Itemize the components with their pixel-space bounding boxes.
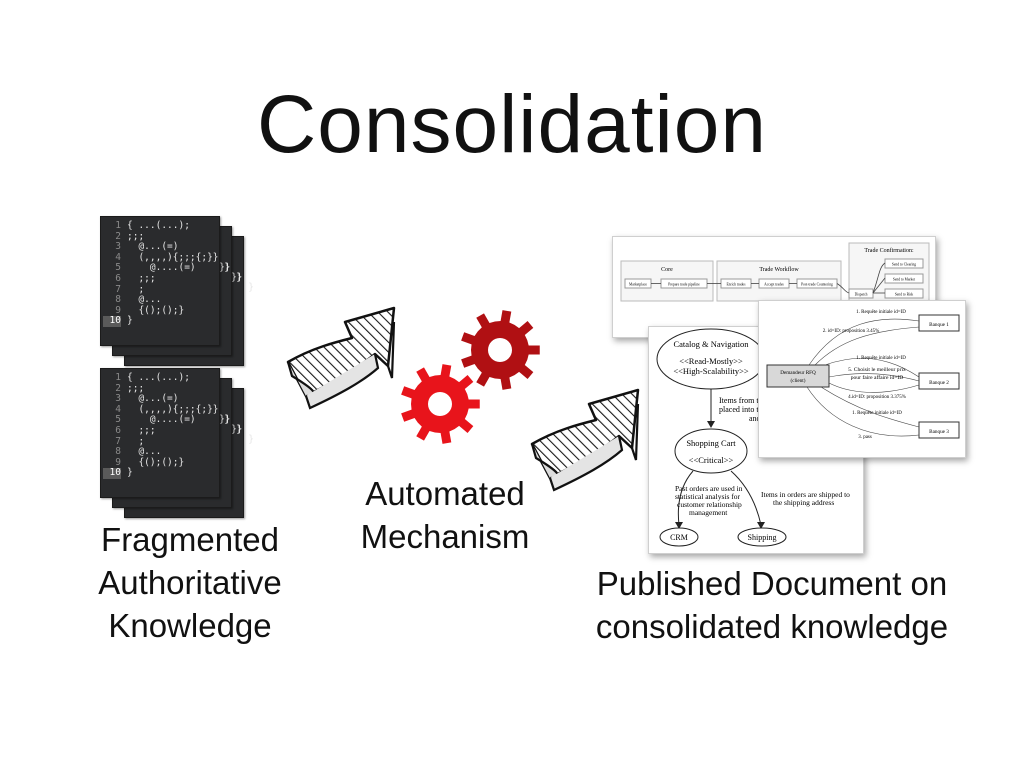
- rfq-msg-8: 3. pass: [858, 435, 872, 440]
- line-number: 6: [115, 272, 121, 284]
- code-line: ;;;: [127, 424, 156, 436]
- left-label-line-3: Knowledge: [108, 607, 272, 644]
- rfq-msg-5: pour faire affaire id=ID: [851, 374, 904, 381]
- trade-node-risk: Send to Risk: [895, 293, 914, 297]
- catalog-node-stereo-1: <<Read-Mostly>>: [679, 356, 743, 366]
- code-line: }: [127, 315, 133, 327]
- bank-3-node: Banque 3: [929, 429, 949, 435]
- trade-node-countering: Post-trade Countering: [801, 283, 833, 287]
- code-card: 1{ ...(...);2;;;3 @...(=)4 (,,,,){;;;{;}…: [100, 368, 230, 498]
- rfq-msg-7: 1. Requête initiale id=ID: [852, 411, 902, 416]
- cart-node-stereo: <<Critical>>: [689, 455, 734, 465]
- line-number: 6: [115, 424, 121, 436]
- code-line: {();();}: [127, 456, 185, 468]
- rfq-client-line-1: Demandeur RFQ: [780, 370, 816, 376]
- rfq-document: Demandeur RFQ (client) Banque 1 Banque 2…: [758, 300, 966, 458]
- rfq-msg-4: 5. Choisit le meilleur prix: [848, 367, 906, 373]
- code-line: (,,,,){;;;{;}}: [127, 403, 219, 415]
- gear-front-icon: [401, 364, 480, 444]
- line-number: 10: [103, 316, 121, 327]
- trade-group-confirmation: Trade Confirmation:: [864, 247, 914, 254]
- code-line: ;: [127, 435, 145, 447]
- fragmented-knowledge-label: Fragmented Authoritative Knowledge: [70, 518, 310, 647]
- gears-icon: [401, 310, 540, 444]
- code-snippet: 1{ ...(...);2;;;3 @...(=)4 (,,,,){;;;{;}…: [103, 220, 230, 327]
- published-document-label: Published Document on consolidated knowl…: [560, 562, 984, 648]
- catalog-edge-left-4: management: [689, 508, 728, 517]
- trade-node-dispatch: Dispatch: [855, 293, 868, 297]
- catalog-node-title: Catalog & Navigation: [673, 339, 749, 349]
- left-label-line-1: Fragmented: [101, 521, 279, 558]
- code-line: ;;;: [127, 382, 145, 394]
- automated-mechanism-label: Automated Mechanism: [345, 472, 545, 558]
- trade-node-marketplace: Marketplace: [629, 283, 647, 287]
- code-line: @...(=): [127, 241, 179, 253]
- code-line: ;;;: [127, 230, 145, 242]
- code-line: (,,,,){;;;{;}}: [127, 251, 219, 263]
- hatched-arrow-icon: [286, 306, 396, 410]
- rfq-client-line-2: (client): [791, 377, 806, 384]
- catalog-edge-top-2: placed into th: [719, 405, 763, 414]
- rfq-msg-6: 4.id=ID: proposition 3.375%: [848, 395, 906, 400]
- code-line: @...: [127, 294, 162, 306]
- code-line: }: [127, 467, 133, 479]
- right-label-line-1: Published Document on: [596, 565, 948, 602]
- catalog-node-stereo-2: <<High-Scalability>>: [673, 366, 749, 376]
- rfq-msg-1: 1. Requête initiale id=ID: [856, 310, 906, 315]
- mid-label-line-1: Automated: [365, 475, 525, 512]
- mid-label-line-2: Mechanism: [360, 518, 530, 555]
- catalog-edge-top-1: Items from th: [719, 396, 763, 405]
- trade-node-market: Send to Market: [893, 278, 915, 282]
- crm-node: CRM: [670, 533, 688, 542]
- trade-group-workflow: Trade Workflow: [759, 266, 799, 273]
- code-line: {();();}: [127, 304, 185, 316]
- rfq-msg-2: 2. id=ID: proposition 3.45%: [823, 329, 880, 334]
- code-line: @...: [127, 446, 162, 458]
- right-label-line-2: consolidated knowledge: [595, 608, 949, 645]
- rfq-msg-3: 1. Requête initiale id=ID: [856, 356, 906, 361]
- code-line: { ...(...);: [127, 372, 190, 383]
- hatched-arrow-icon: [530, 388, 640, 492]
- code-line: ;;;: [127, 272, 156, 284]
- trade-node-clearing: Send to Clearing: [892, 263, 916, 267]
- code-line: ;: [127, 283, 145, 295]
- line-number: 1: [115, 372, 121, 383]
- code-line: @....(=) }: [127, 262, 230, 274]
- line-number: 1: [115, 220, 121, 231]
- bank-1-node: Banque 1: [929, 322, 949, 328]
- code-snippet: 1{ ...(...);2;;;3 @...(=)4 (,,,,){;;;{;}…: [103, 372, 230, 479]
- code-card: 1{ ...(...);2;;;3 @...(=)4 (,,,,){;;;{;}…: [100, 216, 230, 346]
- catalog-edge-right-2: the shipping address: [773, 498, 834, 507]
- bank-2-node: Banque 2: [929, 380, 949, 386]
- shipping-node: Shipping: [748, 533, 777, 542]
- left-label-line-2: Authoritative: [98, 564, 282, 601]
- code-line: @...(=): [127, 393, 179, 405]
- code-line: @....(=) }: [127, 414, 230, 426]
- trade-node-prepare: Prepare trade pipeline: [668, 283, 700, 287]
- trade-group-core: Core: [661, 267, 673, 273]
- code-line: { ...(...);: [127, 220, 190, 231]
- trade-node-accept: Accept trades: [764, 283, 784, 287]
- line-number: 10: [103, 468, 121, 479]
- slide-title: Consolidation: [257, 79, 767, 170]
- trade-node-enrich: Enrich trades: [726, 283, 746, 287]
- cart-node-title: Shopping Cart: [686, 438, 736, 448]
